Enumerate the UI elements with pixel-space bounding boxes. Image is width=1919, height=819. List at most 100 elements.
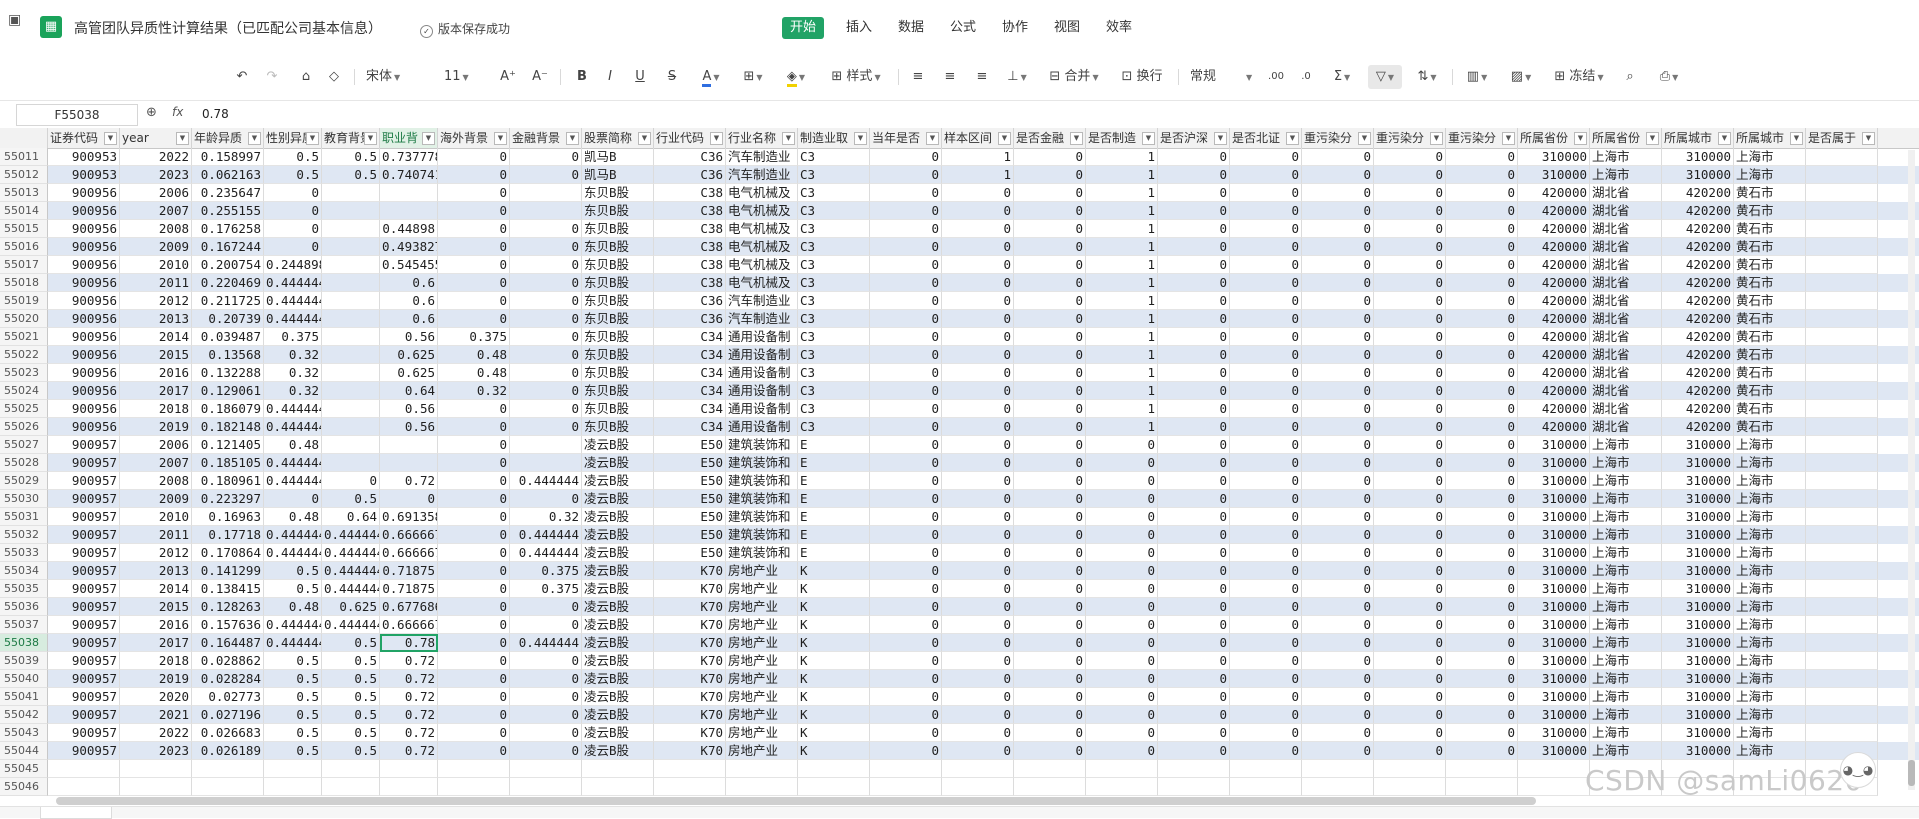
table-cell[interactable]: 0 [1446, 418, 1518, 436]
table-cell[interactable]: 2008 [120, 472, 192, 490]
table-cell[interactable]: 0 [870, 184, 942, 202]
table-cell[interactable]: 2016 [120, 616, 192, 634]
table-cell[interactable]: 0.176258 [192, 220, 264, 238]
table-cell[interactable] [1806, 436, 1878, 454]
table-cell[interactable]: 建筑装饰和 [726, 454, 798, 472]
table-cell[interactable]: 0.5 [264, 742, 322, 760]
table-cell[interactable]: 0 [942, 454, 1014, 472]
table-cell[interactable]: 0 [1086, 454, 1158, 472]
table-cell[interactable]: 0 [1446, 742, 1518, 760]
column-header[interactable]: 是否沪深 ▼ [1158, 128, 1230, 148]
table-cell[interactable] [798, 760, 870, 778]
table-cell[interactable]: 0 [438, 526, 510, 544]
table-cell[interactable]: 0.375 [510, 562, 582, 580]
table-cell[interactable]: 0 [1014, 490, 1086, 508]
table-cell[interactable]: 310000 [1662, 724, 1734, 742]
table-cell[interactable]: 420200 [1662, 328, 1734, 346]
table-cell[interactable]: 0 [870, 238, 942, 256]
table-cell[interactable]: 0 [1446, 688, 1518, 706]
sheet-tab[interactable] [40, 807, 112, 819]
filter-dropdown-icon[interactable]: ▼ [1214, 132, 1227, 145]
table-cell[interactable]: 0.17718 [192, 526, 264, 544]
table-cell[interactable]: 0 [870, 382, 942, 400]
table-cell[interactable]: 1 [1086, 274, 1158, 292]
table-cell[interactable]: 0 [438, 220, 510, 238]
vertical-scrollbar-track[interactable] [1908, 150, 1915, 790]
table-cell[interactable]: 0 [1014, 436, 1086, 454]
row-number[interactable]: 55046 [0, 778, 48, 796]
table-cell[interactable]: 310000 [1518, 544, 1590, 562]
table-cell[interactable] [1302, 778, 1374, 796]
table-cell[interactable]: C34 [654, 400, 726, 418]
table-cell[interactable]: C3 [798, 220, 870, 238]
table-cell[interactable] [1446, 760, 1518, 778]
table-cell[interactable]: 0.444444 [264, 634, 322, 652]
row-number[interactable]: 55013 [0, 184, 48, 202]
table-cell[interactable]: 2018 [120, 400, 192, 418]
undo-icon[interactable]: ↶ [232, 65, 252, 89]
table-cell[interactable]: 0 [1230, 454, 1302, 472]
table-cell[interactable]: 0 [1230, 166, 1302, 184]
table-cell[interactable]: 0 [510, 364, 582, 382]
table-cell[interactable] [322, 256, 380, 274]
table-cell[interactable]: 0 [1302, 742, 1374, 760]
table-cell[interactable] [1014, 778, 1086, 796]
table-cell[interactable]: 0 [510, 238, 582, 256]
row-number[interactable]: 55035 [0, 580, 48, 598]
table-cell[interactable]: 900957 [48, 670, 120, 688]
table-cell[interactable]: 2010 [120, 256, 192, 274]
table-cell[interactable]: 上海市 [1590, 544, 1662, 562]
table-cell[interactable]: 0.170864 [192, 544, 264, 562]
table-cell[interactable]: 凌云B股 [582, 742, 654, 760]
table-cell[interactable]: 0 [1446, 436, 1518, 454]
table-cell[interactable]: 900956 [48, 292, 120, 310]
table-cell[interactable]: 0 [1446, 346, 1518, 364]
column-header[interactable]: 所属省份 ▼ [1518, 128, 1590, 148]
table-cell[interactable]: 900956 [48, 274, 120, 292]
table-cell[interactable]: K [798, 580, 870, 598]
table-cell[interactable]: 0.444444 [322, 526, 380, 544]
table-cell[interactable]: 310000 [1518, 580, 1590, 598]
table-cell[interactable]: 0.56 [380, 400, 438, 418]
table-cell[interactable]: 0 [1014, 364, 1086, 382]
table-cell[interactable]: 房地产业 [726, 706, 798, 724]
table-cell[interactable]: 0 [1014, 256, 1086, 274]
table-cell[interactable]: 上海市 [1590, 490, 1662, 508]
table-cell[interactable]: 310000 [1662, 670, 1734, 688]
table-cell[interactable]: 420000 [1518, 382, 1590, 400]
table-cell[interactable]: 0 [942, 652, 1014, 670]
table-cell[interactable]: 420000 [1518, 274, 1590, 292]
zoom-icon[interactable]: ⊕ [146, 105, 157, 120]
table-cell[interactable] [1806, 634, 1878, 652]
table-cell[interactable]: 0 [1014, 382, 1086, 400]
row-number[interactable]: 55018 [0, 274, 48, 292]
table-cell[interactable]: 420200 [1662, 400, 1734, 418]
table-cell[interactable]: 0 [1158, 580, 1230, 598]
table-cell[interactable]: 0.72 [380, 670, 438, 688]
table-cell[interactable]: 0 [1374, 418, 1446, 436]
table-cell[interactable]: 0.5 [322, 706, 380, 724]
table-cell[interactable]: 0 [870, 616, 942, 634]
row-number[interactable]: 55038 [0, 634, 48, 652]
table-cell[interactable]: 0 [870, 364, 942, 382]
table-cell[interactable]: 0 [1374, 454, 1446, 472]
filter-dropdown-icon[interactable]: ▼ [1070, 132, 1083, 145]
table-cell[interactable]: 0 [1158, 706, 1230, 724]
table-cell[interactable]: 0 [510, 688, 582, 706]
table-cell[interactable] [322, 436, 380, 454]
table-cell[interactable]: 0 [1302, 544, 1374, 562]
table-cell[interactable]: 900957 [48, 652, 120, 670]
table-cell[interactable]: 0 [1374, 364, 1446, 382]
row-number[interactable]: 55025 [0, 400, 48, 418]
table-cell[interactable]: 0 [1086, 706, 1158, 724]
table-cell[interactable]: 0 [942, 544, 1014, 562]
table-cell[interactable]: E [798, 490, 870, 508]
table-cell[interactable]: 0 [1086, 670, 1158, 688]
table-cell[interactable]: 310000 [1662, 652, 1734, 670]
table-cell[interactable] [654, 760, 726, 778]
table-cell[interactable]: 900956 [48, 220, 120, 238]
row-number[interactable]: 55023 [0, 364, 48, 382]
table-cell[interactable]: 2009 [120, 238, 192, 256]
table-cell[interactable]: 0 [510, 148, 582, 166]
row-number[interactable]: 55030 [0, 490, 48, 508]
